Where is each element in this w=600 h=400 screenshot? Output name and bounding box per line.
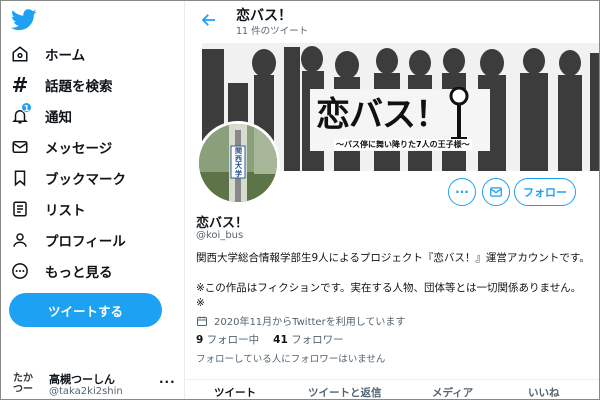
sidebar-item-label: メッセージ [45, 141, 113, 157]
account-switcher[interactable]: たか つー 高槻つーしん @taka2ki2shin ··· [9, 369, 179, 399]
app-frame: ホーム # 話題を検索 1 通知 メッセージ ブックマーク リスト プロフィール… [0, 0, 600, 400]
sidebar-item-profile[interactable]: プロフィール [9, 226, 126, 254]
tab-tweets[interactable]: ツイート [214, 385, 256, 399]
home-icon [9, 43, 31, 65]
following-link[interactable]: 9 フォロー中 [196, 334, 259, 346]
followers-count: 41 [273, 334, 288, 346]
hashtag-icon: # [11, 73, 29, 97]
bus-stop-icon [449, 87, 469, 142]
join-date-text: 2020年11月からTwitterを利用しています [214, 317, 406, 328]
more-icon[interactable]: ··· [159, 375, 176, 389]
sidebar-item-home[interactable]: ホーム [9, 40, 85, 68]
join-date: 2020年11月からTwitterを利用しています [196, 313, 405, 328]
follow-stats: 9 フォロー中 41 フォロワー [196, 332, 344, 347]
follow-button[interactable]: フォロー [514, 178, 576, 206]
page-title: 恋バス！ [236, 8, 292, 24]
sidebar-item-messages[interactable]: メッセージ [9, 133, 112, 161]
bio-line: ※ [196, 297, 205, 309]
bio-line: 関西大学総合情報学部生9人によるプロジェクト『恋バス！』運営アカウントです。 [196, 252, 590, 264]
sidebar-item-label: もっと見る [45, 265, 113, 281]
sidebar-item-label: ホーム [45, 48, 86, 64]
followers-link[interactable]: 41 フォロワー [273, 334, 343, 346]
profile-handle: @koi_bus [196, 230, 244, 241]
tab-tweets-and-replies[interactable]: ツイートと返信 [308, 385, 382, 399]
sidebar-item-label: ブックマーク [45, 172, 126, 188]
bio-line: ※この作品はフィクションです。実在する人物、団体等とは一切関係ありません。 [196, 282, 582, 294]
list-icon [9, 198, 31, 220]
message-button[interactable] [482, 178, 510, 206]
sidebar-item-lists[interactable]: リスト [9, 195, 86, 223]
following-count: 9 [196, 334, 204, 346]
profile-tabs: ツイート ツイートと返信 メディア いいね [186, 379, 599, 399]
profile-name: 恋バス！ [196, 216, 249, 231]
bell-icon: 1 [9, 102, 32, 127]
avatar: たか つー [13, 373, 33, 395]
banner-title: 恋バス！ [316, 95, 449, 135]
tweet-count: 11 件のツイート [236, 26, 309, 37]
more-circle-icon [9, 260, 31, 282]
tab-media[interactable]: メディア [432, 385, 473, 399]
profile-avatar[interactable]: 関西大学 [196, 121, 280, 205]
sidebar-item-notifications[interactable]: 1 通知 [9, 102, 72, 130]
sidebar-item-bookmarks[interactable]: ブックマーク [9, 164, 126, 192]
followers-label: フォロワー [291, 334, 344, 346]
twitter-bird-icon[interactable] [11, 9, 37, 31]
followed-by-note: フォローしている人にフォロワーはいません [196, 354, 386, 365]
sidebar-item-label: リスト [45, 203, 86, 219]
more-options-button[interactable]: ··· [448, 178, 476, 206]
sidebar-item-label: 通知 [45, 110, 72, 126]
bookmark-icon [9, 167, 31, 189]
profile-bio: 関西大学総合情報学部生9人によるプロジェクト『恋バス！』運営アカウントです。 ※… [196, 251, 591, 311]
notification-badge: 1 [21, 102, 32, 113]
account-handle: @taka2ki2shin [49, 386, 123, 397]
mail-icon [490, 187, 502, 197]
person-icon [9, 229, 31, 251]
account-name: 高槻つーしん [49, 373, 115, 386]
profile-column: 恋バス！ 11 件のツイート 恋バス！ 〜バス停に舞い降りた7人の王子様〜 関西… [186, 1, 599, 399]
sidebar: ホーム # 話題を検索 1 通知 メッセージ ブックマーク リスト プロフィール… [1, 1, 185, 399]
sidebar-item-label: 話題を検索 [45, 79, 113, 95]
bio-line [196, 266, 591, 281]
sidebar-item-label: プロフィール [45, 234, 126, 250]
calendar-icon [197, 316, 207, 326]
sidebar-item-explore[interactable]: # 話題を検索 [9, 71, 113, 99]
following-label: フォロー中 [206, 334, 260, 346]
tab-likes[interactable]: いいね [528, 385, 560, 399]
banner-tagline: 〜バス停に舞い降りた7人の王子様〜 [334, 139, 472, 150]
sidebar-item-more[interactable]: もっと見る [9, 257, 113, 285]
avatar-sign-text: 関西大学 [235, 147, 242, 178]
tweet-button[interactable]: ツイートする [9, 293, 162, 327]
back-arrow-icon[interactable] [200, 11, 218, 29]
mail-icon [9, 136, 31, 158]
